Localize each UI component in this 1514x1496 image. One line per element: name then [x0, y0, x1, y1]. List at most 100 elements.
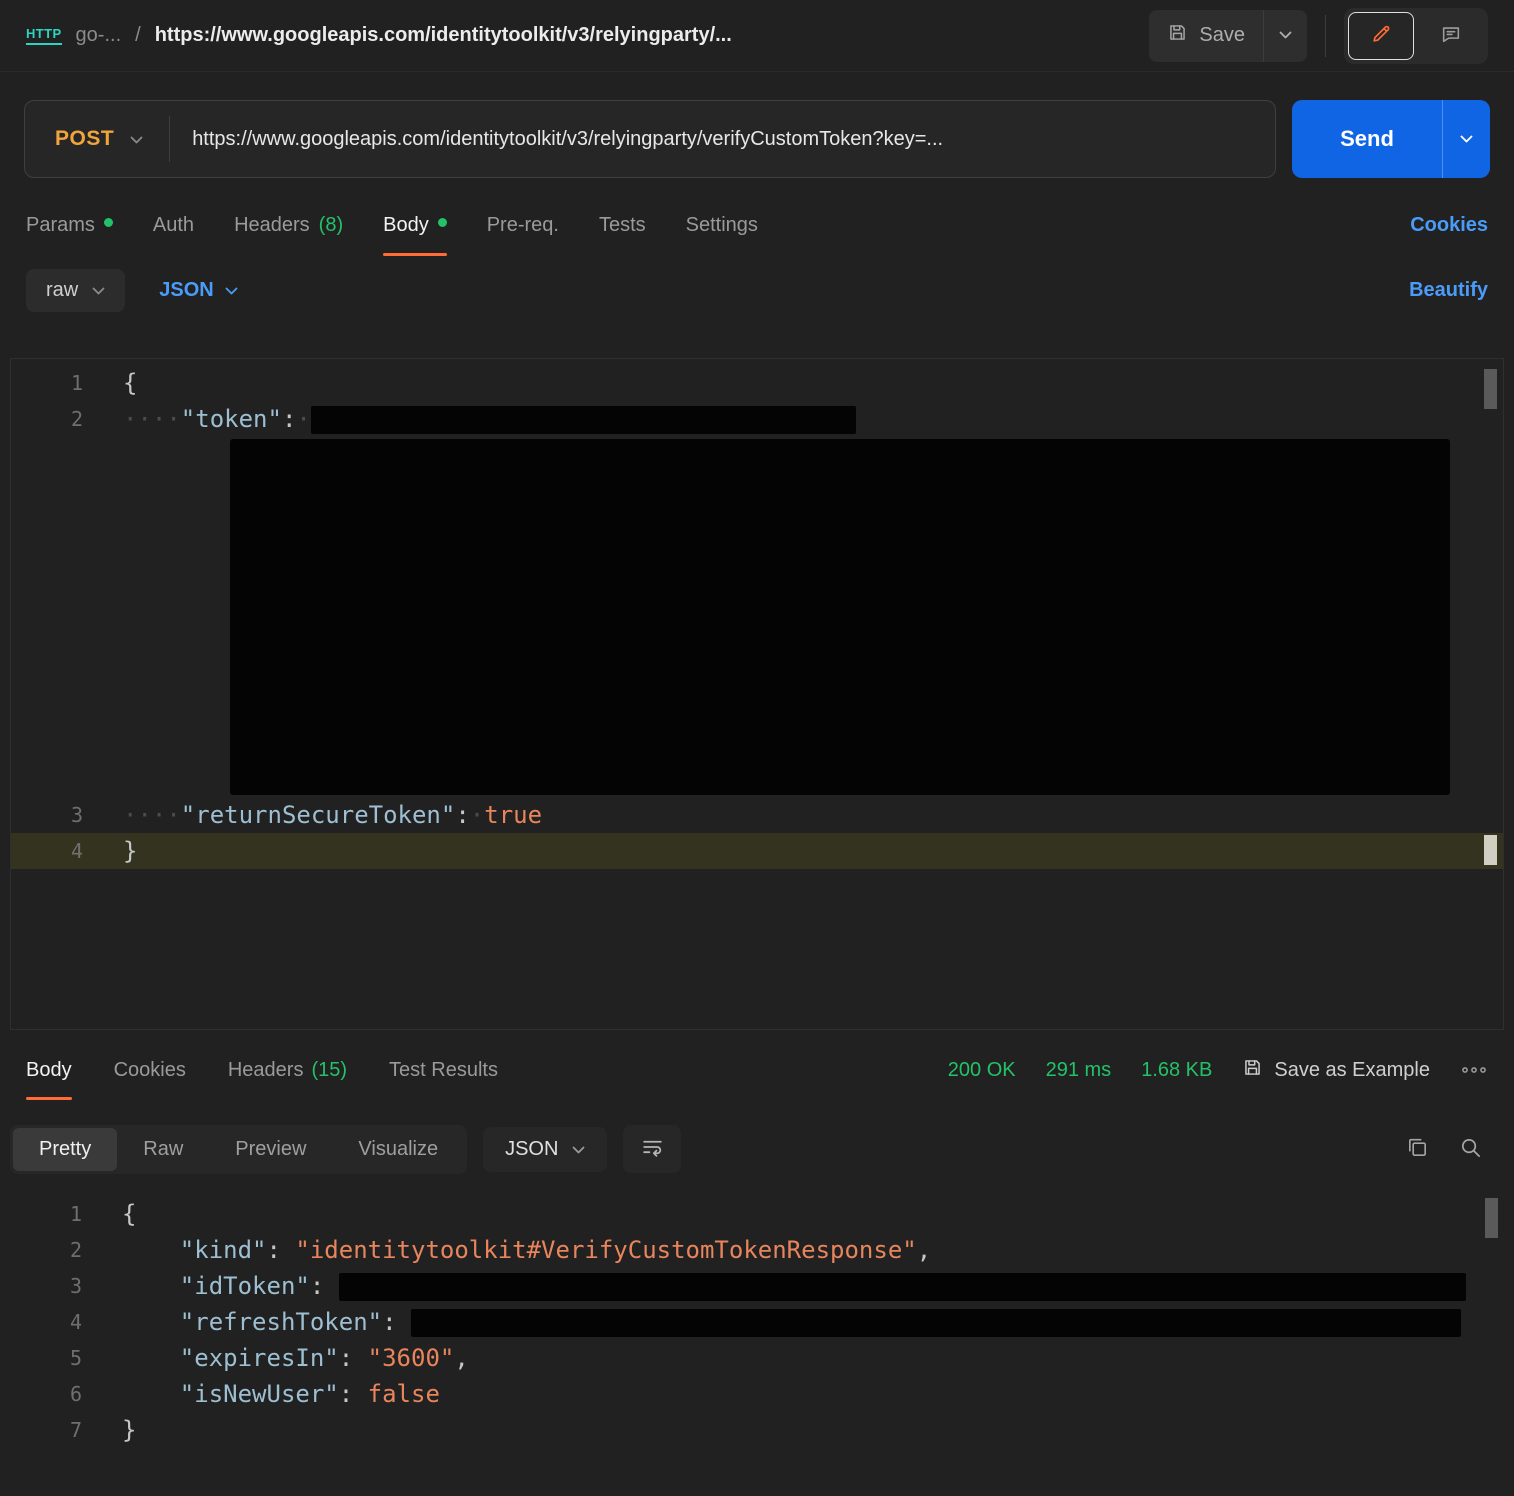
- tab-headers[interactable]: Headers (8): [234, 192, 343, 258]
- response-tabs: Body Cookies Headers (15) Test Results 2…: [0, 1038, 1514, 1102]
- response-actions: [1406, 1136, 1504, 1162]
- method-dropdown[interactable]: POST: [25, 101, 169, 177]
- tab-pre-request[interactable]: Pre-req.: [487, 192, 559, 258]
- breadcrumb-collection[interactable]: go-...: [76, 24, 122, 47]
- postman-window: HTTP go-... / https://www.googleapis.com…: [0, 0, 1514, 1496]
- copy-icon: [1406, 1136, 1429, 1162]
- url-row: POST https://www.googleapis.com/identity…: [0, 100, 1514, 178]
- params-modified-dot: [103, 217, 113, 227]
- code-line: 3 ····"returnSecureToken":·true: [11, 797, 1503, 833]
- breadcrumb-separator: /: [135, 24, 141, 46]
- request-header-bar: HTTP go-... / https://www.googleapis.com…: [0, 0, 1514, 72]
- body-mode-label: raw: [46, 278, 79, 301]
- response-language-dropdown[interactable]: JSON: [483, 1126, 608, 1172]
- language-label: JSON: [159, 278, 214, 301]
- header-divider: [1325, 14, 1326, 57]
- scrollbar-thumb[interactable]: [1485, 1198, 1498, 1238]
- tab-body[interactable]: Body: [383, 192, 447, 258]
- more-options-button[interactable]: [1460, 1063, 1488, 1078]
- response-tab-cookies[interactable]: Cookies: [114, 1038, 186, 1102]
- line-number: 6: [69, 1382, 82, 1406]
- header-actions: Save: [1149, 7, 1488, 64]
- url-bar: POST https://www.googleapis.com/identity…: [24, 100, 1276, 178]
- view-mode-pretty[interactable]: Pretty: [13, 1127, 118, 1171]
- send-button[interactable]: Send: [1292, 100, 1442, 178]
- response-body-viewer[interactable]: 1{2 "kind": "identitytoolkit#VerifyCusto…: [10, 1190, 1504, 1492]
- chevron-down-icon: [92, 279, 105, 302]
- send-options-button[interactable]: [1442, 100, 1490, 178]
- headers-count: (8): [318, 213, 344, 236]
- save-as-example-button[interactable]: Save as Example: [1242, 1057, 1430, 1084]
- cookies-link[interactable]: Cookies: [1410, 214, 1488, 237]
- tab-tests[interactable]: Tests: [599, 192, 646, 258]
- save-split-button: Save: [1149, 9, 1307, 62]
- code-line: 2 ····"token":·: [11, 401, 1503, 437]
- url-input[interactable]: https://www.googleapis.com/identitytoolk…: [170, 128, 1275, 151]
- line-number: 1: [69, 1202, 82, 1226]
- view-mode-preview[interactable]: Preview: [209, 1128, 332, 1171]
- response-view-group: Pretty Raw Preview Visualize: [10, 1124, 468, 1174]
- response-headers-count: (15): [311, 1058, 348, 1081]
- header-icon-group: [1344, 7, 1488, 64]
- send-split-button: Send: [1292, 100, 1490, 178]
- search-response-button[interactable]: [1459, 1136, 1482, 1162]
- save-options-button[interactable]: [1263, 9, 1307, 62]
- tab-params[interactable]: Params: [26, 192, 113, 258]
- response-meta: 200 OK 291 ms 1.68 KB Save as Example: [948, 1057, 1488, 1084]
- code-line: 3 "idToken":: [10, 1268, 1504, 1304]
- redacted-value: [411, 1309, 1461, 1337]
- cursor-line-marker: [1484, 835, 1497, 865]
- http-request-icon: HTTP: [26, 26, 62, 45]
- response-language-label: JSON: [505, 1137, 559, 1160]
- body-modified-dot: [437, 217, 447, 227]
- body-mode-dropdown[interactable]: raw: [26, 268, 126, 312]
- redacted-value: [310, 406, 856, 434]
- response-tab-body[interactable]: Body: [26, 1038, 72, 1102]
- beautify-link[interactable]: Beautify: [1409, 279, 1488, 302]
- breadcrumb: HTTP go-... / https://www.googleapis.com…: [26, 24, 732, 47]
- scrollbar-thumb[interactable]: [1484, 369, 1497, 409]
- edit-request-button[interactable]: [1348, 11, 1414, 60]
- copy-response-button[interactable]: [1406, 1136, 1429, 1162]
- line-number: 2: [70, 407, 83, 431]
- comments-button[interactable]: [1418, 12, 1484, 60]
- request-title[interactable]: https://www.googleapis.com/identitytoolk…: [155, 24, 732, 47]
- wrap-line-icon: [640, 1135, 665, 1163]
- status-badge: 200 OK: [947, 1058, 1016, 1081]
- line-number: 4: [69, 1310, 82, 1334]
- code-line: 4}: [11, 833, 1503, 869]
- line-number: 4: [70, 839, 83, 863]
- more-dots-icon: [1460, 1063, 1488, 1078]
- line-number: 3: [70, 803, 83, 827]
- wrap-lines-button[interactable]: [623, 1125, 682, 1173]
- body-mode-toolbar: raw JSON Beautify: [0, 258, 1514, 322]
- chevron-down-icon: [572, 1138, 585, 1161]
- save-button[interactable]: Save: [1149, 10, 1263, 62]
- save-as-example-label: Save as Example: [1274, 1058, 1430, 1081]
- response-tab-test-results[interactable]: Test Results: [389, 1038, 498, 1102]
- tab-auth[interactable]: Auth: [153, 192, 194, 258]
- chevron-down-icon: [130, 127, 143, 151]
- search-icon: [1459, 1136, 1482, 1162]
- redacted-value-block: [230, 439, 1450, 795]
- comment-icon: [1440, 23, 1462, 48]
- line-number: 5: [69, 1346, 82, 1370]
- code-line: 4 "refreshToken":: [10, 1304, 1504, 1340]
- code-line: 2 "kind": "identitytoolkit#VerifyCustomT…: [10, 1232, 1504, 1268]
- floppy-icon: [1242, 1057, 1263, 1084]
- pencil-icon: [1370, 23, 1392, 48]
- floppy-icon: [1167, 22, 1188, 49]
- language-dropdown[interactable]: JSON: [159, 278, 238, 302]
- line-number: 1: [70, 371, 83, 395]
- code-line: 5 "expiresIn": "3600",: [10, 1340, 1504, 1376]
- request-body-editor[interactable]: 1{2 ····"token":· 3 ····"returnSecureToken"…: [10, 358, 1504, 1030]
- code-line: 6 "isNewUser": false: [10, 1376, 1504, 1412]
- tab-settings[interactable]: Settings: [686, 192, 758, 258]
- response-size: 1.68 KB: [1141, 1058, 1213, 1081]
- view-mode-visualize[interactable]: Visualize: [332, 1128, 464, 1171]
- redacted-value: [338, 1273, 1466, 1301]
- line-number: 7: [69, 1418, 82, 1442]
- method-label: POST: [55, 127, 115, 150]
- response-tab-headers[interactable]: Headers (15): [228, 1038, 347, 1102]
- view-mode-raw[interactable]: Raw: [117, 1128, 209, 1171]
